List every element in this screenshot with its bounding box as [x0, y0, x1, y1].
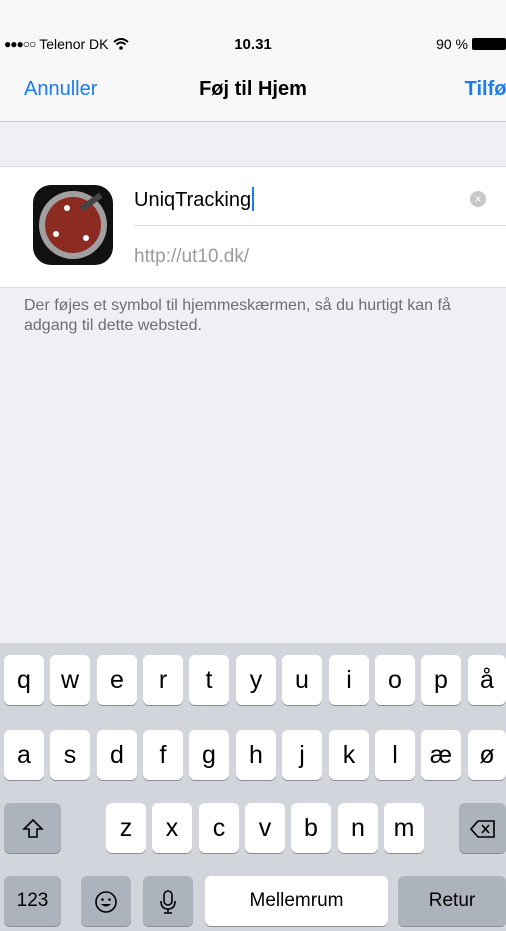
key-z[interactable]: z — [106, 803, 146, 853]
numbers-key[interactable]: 123 — [4, 876, 61, 926]
microphone-key[interactable] — [143, 876, 193, 926]
battery-percent: 90 % — [436, 36, 468, 52]
key-u[interactable]: u — [282, 655, 322, 705]
top-bar: ●●●○○ Telenor DK 10.31 90 % Annuller Føj… — [0, 0, 506, 122]
key-h[interactable]: h — [236, 730, 276, 780]
shift-icon — [21, 819, 44, 839]
battery-icon — [472, 38, 506, 50]
key-s[interactable]: s — [50, 730, 90, 780]
emoji-icon — [95, 891, 117, 914]
key-p[interactable]: p — [421, 655, 461, 705]
url-text: http://ut10.dk/ — [134, 246, 250, 267]
key-m[interactable]: m — [384, 803, 424, 853]
space-key[interactable]: Mellemrum — [205, 876, 388, 926]
microphone-icon — [160, 890, 176, 915]
key-ae[interactable]: æ — [421, 730, 461, 780]
battery-info: 90 % — [436, 36, 506, 52]
key-y[interactable]: y — [236, 655, 276, 705]
hint-text: Der føjes et symbol til hjemmeskærmen, s… — [24, 297, 451, 334]
key-n[interactable]: n — [338, 803, 378, 853]
key-a[interactable]: a — [4, 730, 44, 780]
key-oe[interactable]: ø — [468, 730, 506, 780]
navigation-bar: Annuller Føj til Hjem Tilføj — [0, 74, 506, 108]
key-d[interactable]: d — [97, 730, 137, 780]
page-title: Føj til Hjem — [199, 78, 307, 100]
key-t[interactable]: t — [189, 655, 229, 705]
name-input[interactable]: UniqTracking × — [134, 181, 506, 226]
key-v[interactable]: v — [245, 803, 285, 853]
return-key[interactable]: Retur — [398, 876, 506, 926]
delete-key[interactable] — [459, 803, 506, 853]
key-i[interactable]: i — [329, 655, 369, 705]
key-j[interactable]: j — [282, 730, 322, 780]
status-time: 10.31 — [234, 36, 272, 53]
key-k[interactable]: k — [329, 730, 369, 780]
status-bar: ●●●○○ Telenor DK 10.31 90 % — [0, 0, 506, 53]
key-l[interactable]: l — [375, 730, 415, 780]
key-q[interactable]: q — [4, 655, 44, 705]
key-b[interactable]: b — [291, 803, 331, 853]
key-w[interactable]: w — [50, 655, 90, 705]
text-cursor — [252, 187, 255, 211]
name-value: UniqTracking — [134, 189, 252, 211]
key-r[interactable]: r — [143, 655, 183, 705]
key-f[interactable]: f — [143, 730, 183, 780]
add-button[interactable]: Tilføj — [465, 78, 506, 101]
key-x[interactable]: x — [152, 803, 192, 853]
app-icon — [33, 185, 113, 265]
clear-icon[interactable]: × — [470, 191, 486, 207]
key-aa[interactable]: å — [468, 655, 506, 705]
shift-key[interactable] — [4, 803, 61, 853]
key-c[interactable]: c — [199, 803, 239, 853]
key-g[interactable]: g — [189, 730, 229, 780]
key-e[interactable]: e — [97, 655, 137, 705]
emoji-key[interactable] — [81, 876, 131, 926]
key-o[interactable]: o — [375, 655, 415, 705]
delete-icon — [469, 820, 495, 839]
keyboard: q w e r t y u i o p å a s d f g h j k l … — [0, 643, 506, 931]
